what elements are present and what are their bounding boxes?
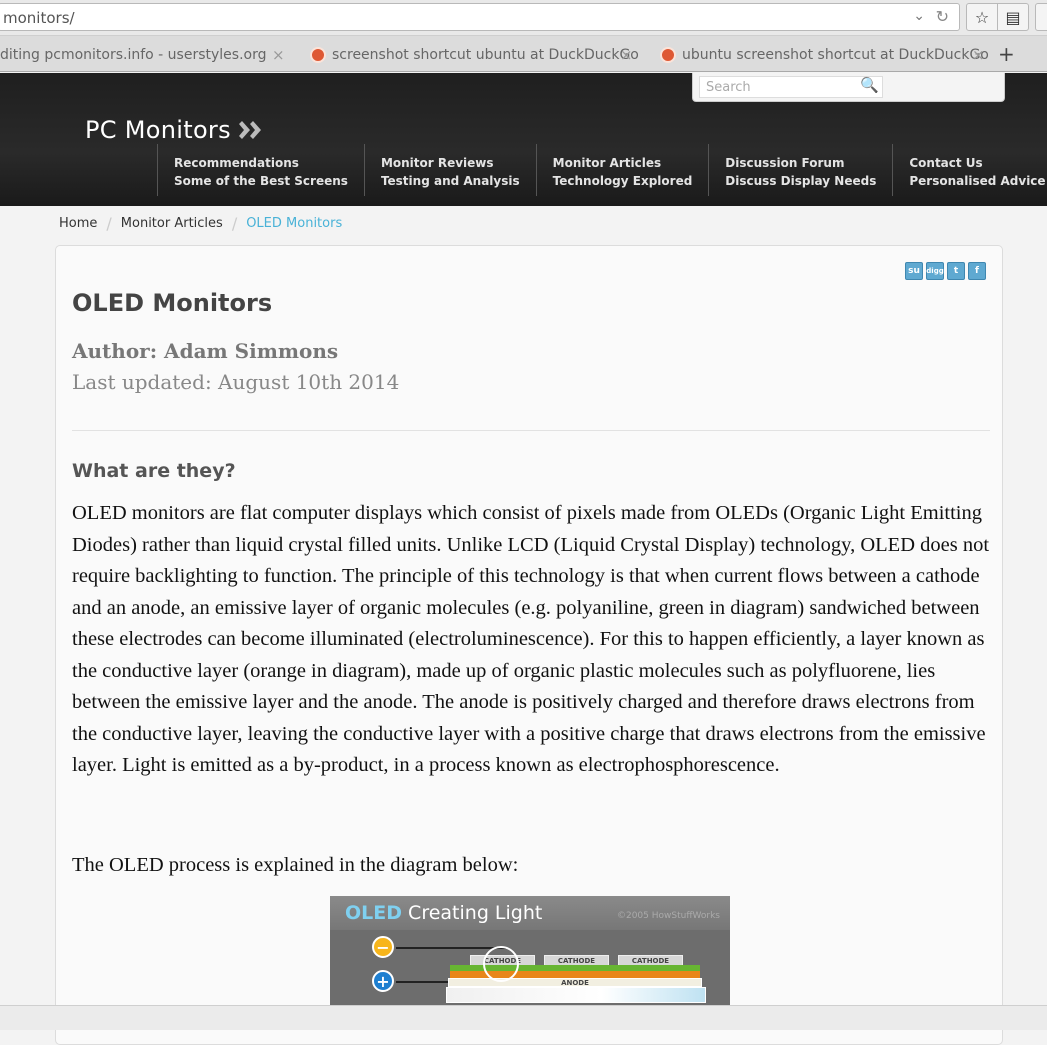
facebook-icon[interactable]: f <box>968 262 986 280</box>
tab-userstyles[interactable]: diting pcmonitors.info - userstyles.org … <box>0 40 290 70</box>
anode-lead <box>396 981 450 983</box>
twitter-icon[interactable]: t <box>947 262 965 280</box>
oled-diagram: OLED Creating Light ©2005 HowStuffWorks … <box>330 896 730 1006</box>
nav-title: Discussion Forum <box>725 156 845 170</box>
breadcrumb-separator: / <box>106 214 112 233</box>
browser-toolbar: monitors/ ⌄ ↻ ☆ ▤ <box>0 0 1047 36</box>
nav-subtitle: Discuss Display Needs <box>725 174 877 188</box>
main-nav: Recommendations Some of the Best Screens… <box>157 144 1047 196</box>
new-tab-button[interactable]: + <box>998 42 1015 66</box>
nav-contact-us[interactable]: Contact Us Personalised Advice <box>892 144 1047 196</box>
nav-title: Monitor Reviews <box>380 156 494 170</box>
section-heading: What are they? <box>72 460 236 482</box>
breadcrumb-separator: / <box>231 214 238 233</box>
nav-subtitle: Personalised Advice <box>909 174 1046 188</box>
tab-label: diting pcmonitors.info - userstyles.org <box>0 47 267 63</box>
divider <box>72 430 990 431</box>
minus-icon: − <box>372 936 394 958</box>
reload-icon[interactable]: ↻ <box>936 7 949 26</box>
article-updated: Last updated: August 10th 2014 <box>72 370 400 394</box>
nav-title: Recommendations <box>174 156 299 170</box>
tab-label: screenshot shortcut ubuntu at DuckDuckGo <box>332 47 639 63</box>
nav-title: Monitor Articles <box>552 156 662 170</box>
list-icon: ▤ <box>1005 7 1021 27</box>
close-tab-icon[interactable]: × <box>972 46 985 64</box>
share-icons: su digg t f <box>905 262 986 280</box>
stumbleupon-icon[interactable]: su <box>905 262 923 280</box>
article-paragraph: The OLED process is explained in the dia… <box>72 854 519 876</box>
breadcrumb: Home / Monitor Articles / OLED Monitors <box>59 214 342 233</box>
close-tab-icon[interactable]: × <box>272 46 285 64</box>
address-text[interactable]: monitors/ <box>3 9 75 27</box>
article-author: Author: Adam Simmons <box>72 339 339 363</box>
bookmark-star-button[interactable]: ☆ <box>966 3 998 31</box>
breadcrumb-monitor-articles[interactable]: Monitor Articles <box>121 216 223 231</box>
article-paragraph: OLED monitors are flat computer displays… <box>72 502 990 776</box>
duckduckgo-icon <box>660 47 676 63</box>
diagram-title: OLED Creating Light <box>345 902 542 924</box>
reading-list-button[interactable]: ▤ <box>997 3 1029 31</box>
star-icon: ☆ <box>974 7 990 27</box>
nav-monitor-articles[interactable]: Monitor Articles Technology Explored <box>535 144 709 196</box>
logo-text: PC Monitors <box>85 116 231 144</box>
close-tab-icon[interactable]: × <box>620 46 633 64</box>
page-title: OLED Monitors <box>72 289 273 317</box>
glass-substrate <box>446 987 706 1003</box>
diagram-copyright: ©2005 HowStuffWorks <box>616 911 720 921</box>
nav-subtitle: Some of the Best Screens <box>174 174 348 188</box>
duckduckgo-icon <box>310 47 326 63</box>
search-input[interactable] <box>699 76 883 98</box>
nav-subtitle: Technology Explored <box>552 174 693 188</box>
anode-layer: ANODE <box>448 978 702 987</box>
article-panel: su digg t f OLED Monitors Author: Adam S… <box>55 245 1003 1045</box>
chevron-down-icon[interactable]: ⌄ <box>913 8 925 24</box>
extension-button[interactable] <box>1035 3 1047 31</box>
search-container: 🔍 <box>692 73 1005 102</box>
search-icon[interactable]: 🔍 <box>860 76 879 94</box>
double-chevron-icon <box>238 121 261 139</box>
tab-strip: diting pcmonitors.info - userstyles.org … <box>0 36 1047 72</box>
address-bar[interactable]: monitors/ ⌄ ↻ <box>0 3 960 31</box>
site-logo[interactable]: PC Monitors <box>85 116 267 144</box>
nav-title: Contact Us <box>909 156 983 170</box>
plus-icon: + <box>372 970 394 992</box>
digg-icon[interactable]: digg <box>926 262 944 280</box>
breadcrumb-home[interactable]: Home <box>59 216 97 231</box>
nav-subtitle: Testing and Analysis <box>380 174 520 188</box>
site-header: 🔍 PC Monitors Recommendations Some of th… <box>0 73 1047 206</box>
nav-monitor-reviews[interactable]: Monitor Reviews Testing and Analysis <box>363 144 536 196</box>
diagram-title-oled: OLED <box>345 902 403 924</box>
tab-label: ubuntu screenshot shortcut at DuckDuckGo <box>682 47 989 63</box>
tab-duckduckgo-2[interactable]: ubuntu screenshot shortcut at DuckDuckGo… <box>660 40 990 70</box>
magnifier-circle <box>483 946 519 982</box>
tab-duckduckgo-1[interactable]: screenshot shortcut ubuntu at DuckDuckGo… <box>310 40 640 70</box>
nav-recommendations[interactable]: Recommendations Some of the Best Screens <box>157 144 364 196</box>
breadcrumb-current: OLED Monitors <box>246 216 343 231</box>
nav-discussion-forum[interactable]: Discussion Forum Discuss Display Needs <box>708 144 892 196</box>
diagram-title-rest: Creating Light <box>402 902 543 924</box>
status-bar <box>0 1005 1047 1030</box>
